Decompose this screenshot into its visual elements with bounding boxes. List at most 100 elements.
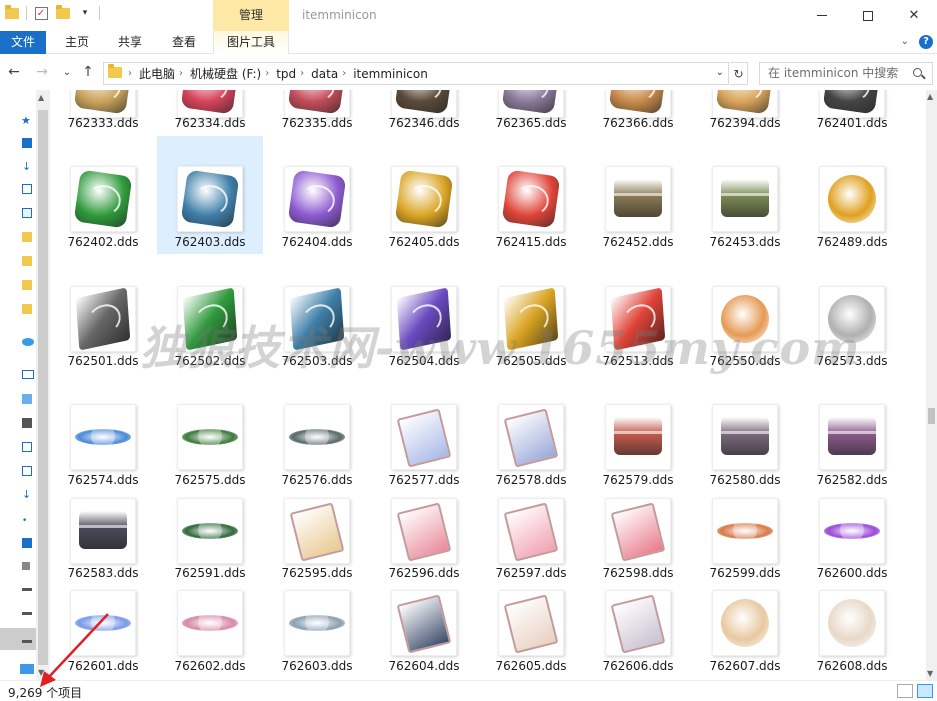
file-item[interactable]: 762365.dds [478, 90, 584, 130]
file-item[interactable]: 762600.dds [799, 490, 905, 582]
up-button[interactable]: ↑ [79, 64, 97, 80]
file-item[interactable]: 762605.dds [478, 584, 584, 676]
file-item[interactable]: 762366.dds [585, 90, 691, 130]
breadcrumb-this-pc[interactable]: 此电脑 [139, 65, 175, 82]
address-bar[interactable]: › 此电脑 › 机械硬盘 (F:) › tpd › data › itemmin… [103, 62, 729, 85]
recent-locations-button[interactable]: ⌄ [58, 67, 76, 78]
refresh-button[interactable]: ↻ [730, 62, 748, 85]
quick-access-star-icon[interactable]: ★ [21, 114, 31, 127]
file-item[interactable]: 762401.dds [799, 90, 905, 130]
file-item[interactable]: 762576.dds [264, 386, 370, 492]
file-item[interactable]: 762606.dds [585, 584, 691, 676]
file-item[interactable]: 762598.dds [585, 490, 691, 582]
breadcrumb-tpd[interactable]: tpd [276, 67, 296, 81]
3d-objects-icon[interactable] [22, 394, 32, 404]
file-item[interactable]: 762502.dds [157, 266, 263, 372]
file-item[interactable]: 762402.dds [50, 136, 156, 254]
breadcrumb-drive[interactable]: 机械硬盘 (F:) [190, 65, 261, 82]
windows-drive-icon[interactable] [22, 562, 30, 570]
file-item[interactable]: 762453.dds [692, 136, 798, 254]
help-icon[interactable]: ? [919, 35, 933, 49]
tab-home[interactable]: 主页 [52, 31, 102, 54]
file-item[interactable]: 762574.dds [50, 386, 156, 492]
folder-icon[interactable] [22, 304, 32, 314]
folder-icon[interactable] [22, 280, 32, 290]
scroll-up-icon[interactable]: ▲ [38, 93, 44, 102]
file-item[interactable]: 762404.dds [264, 136, 370, 254]
new-folder-icon[interactable] [55, 4, 71, 21]
chevron-right-icon[interactable]: › [300, 68, 304, 79]
tab-share[interactable]: 共享 [104, 31, 156, 54]
file-item[interactable]: 762591.dds [157, 490, 263, 582]
file-item[interactable]: 762596.dds [371, 490, 477, 582]
folder-icon[interactable] [22, 232, 32, 242]
breadcrumb-itemminicon[interactable]: itemminicon [353, 67, 428, 81]
scroll-up-icon[interactable]: ▲ [927, 92, 933, 101]
this-pc-icon[interactable] [22, 370, 34, 379]
network-icon[interactable] [20, 664, 34, 674]
onedrive-cloud-icon[interactable] [22, 338, 34, 346]
downloads-icon[interactable]: ↓ [22, 488, 32, 501]
file-item[interactable]: 762405.dds [371, 136, 477, 254]
minimize-button[interactable] [799, 0, 845, 31]
file-item[interactable]: 762550.dds [692, 266, 798, 372]
tab-picture-tools[interactable]: 图片工具 [213, 31, 289, 54]
file-item[interactable]: 762513.dds [585, 266, 691, 372]
properties-icon[interactable]: ✓ [33, 5, 49, 21]
scroll-down-icon[interactable]: ▼ [38, 668, 44, 677]
file-item[interactable]: 762602.dds [157, 584, 263, 676]
file-item[interactable]: 762607.dds [692, 584, 798, 676]
content-scroll-thumb[interactable] [928, 408, 935, 424]
file-item[interactable]: 762582.dds [799, 386, 905, 492]
file-item[interactable]: 762394.dds [692, 90, 798, 130]
file-item[interactable]: 762578.dds [478, 386, 584, 492]
desktop-icon[interactable] [22, 538, 32, 548]
nav-scrollbar[interactable]: ▲ ▼ [36, 90, 50, 680]
pictures-icon[interactable] [22, 208, 32, 218]
large-icons-view-button[interactable] [917, 684, 933, 698]
file-item[interactable]: 762333.dds [50, 90, 156, 130]
file-item[interactable]: 762335.dds [264, 90, 370, 130]
tab-view[interactable]: 查看 [158, 31, 210, 54]
file-item[interactable]: 762403.dds [157, 136, 263, 254]
file-item[interactable]: 762580.dds [692, 386, 798, 492]
desktop-icon[interactable] [22, 138, 32, 148]
file-item[interactable]: 762599.dds [692, 490, 798, 582]
content-scrollbar[interactable]: ▲ ▼ [926, 90, 937, 680]
documents-icon[interactable] [22, 466, 32, 476]
details-view-button[interactable] [897, 684, 913, 698]
chevron-right-icon[interactable]: › [342, 68, 346, 79]
breadcrumb-data[interactable]: data [311, 67, 338, 81]
tab-file[interactable]: 文件 [0, 31, 46, 54]
drive-icon[interactable] [22, 588, 32, 591]
file-item[interactable]: 762577.dds [371, 386, 477, 492]
file-item[interactable]: 762603.dds [264, 584, 370, 676]
chevron-right-icon[interactable]: › [265, 68, 269, 79]
file-item[interactable]: 762505.dds [478, 266, 584, 372]
file-item[interactable]: 762608.dds [799, 584, 905, 676]
file-item[interactable]: 762575.dds [157, 386, 263, 492]
drive-icon[interactable] [22, 612, 32, 615]
music-icon[interactable]: • [22, 516, 32, 526]
chevron-right-icon[interactable]: › [128, 68, 132, 79]
file-item[interactable]: 762452.dds [585, 136, 691, 254]
folder-icon[interactable] [22, 256, 32, 266]
file-item[interactable]: 762595.dds [264, 490, 370, 582]
file-item[interactable]: 762501.dds [50, 266, 156, 372]
file-item[interactable]: 762346.dds [371, 90, 477, 130]
file-item[interactable]: 762504.dds [371, 266, 477, 372]
videos-icon[interactable] [22, 418, 32, 428]
search-input[interactable]: 在 itemminicon 中搜索 [759, 62, 933, 85]
documents-icon[interactable] [22, 184, 32, 194]
folder-icon[interactable] [4, 4, 20, 21]
file-item[interactable]: 762583.dds [50, 490, 156, 582]
file-item[interactable]: 762503.dds [264, 266, 370, 372]
file-item[interactable]: 762334.dds [157, 90, 263, 130]
customize-toolbar-icon[interactable]: ▾ [77, 5, 93, 21]
file-item[interactable]: 762489.dds [799, 136, 905, 254]
pictures-icon[interactable] [22, 442, 32, 452]
expand-ribbon-icon[interactable]: ⌄ [901, 36, 909, 47]
scroll-down-icon[interactable]: ▼ [927, 669, 933, 678]
close-button[interactable]: ✕ [891, 0, 937, 31]
drive-icon[interactable] [22, 640, 32, 643]
